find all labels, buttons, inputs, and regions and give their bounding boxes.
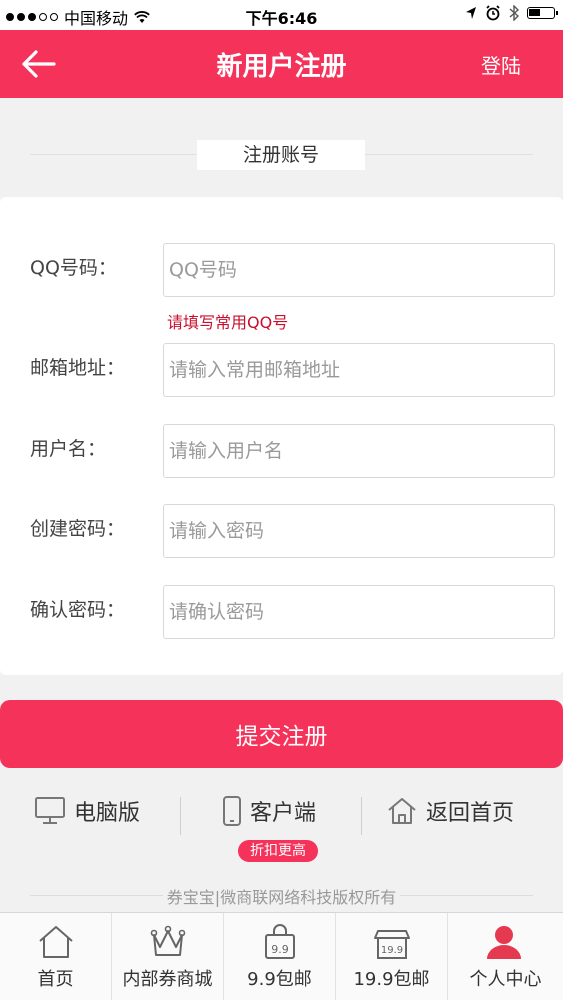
section-title: 注册账号 (197, 140, 365, 170)
confirm-label: 确认密码： (30, 599, 126, 621)
tab-personal-center[interactable]: 个人中心 (448, 913, 563, 1000)
tab-coupon-mall-label: 内部券商城 (122, 969, 213, 990)
client-label: 客户端 (250, 801, 317, 826)
tab-personal-center-label: 个人中心 (469, 969, 542, 990)
location-icon (466, 7, 476, 19)
discount-badge: 折扣更高 (238, 840, 318, 862)
client-link[interactable]: 客户端 (222, 795, 316, 827)
password-input[interactable] (163, 504, 555, 558)
copyright-text: 券宝宝|微商联网络科技版权所有 (162, 888, 401, 907)
status-bar: 中国移动 下午6:46 (0, 0, 563, 30)
bag-icon: 9.9 (265, 924, 295, 959)
registration-form: QQ号码： 请填写常用QQ号 邮箱地址： 用户名： 创建密码： 确认密码： (0, 197, 563, 675)
divider (361, 797, 362, 835)
pc-version-label: 电脑版 (74, 801, 141, 826)
tab-coupon-mall[interactable]: 内部券商城 (112, 913, 224, 1000)
qq-input[interactable] (163, 243, 555, 297)
back-home-label: 返回首页 (426, 801, 515, 826)
tab-19-9-label: 19.9包邮 (353, 969, 430, 990)
page-title: 新用户注册 (216, 52, 347, 82)
confirm-password-input[interactable] (163, 585, 555, 639)
password-label: 创建密码： (30, 518, 126, 540)
nav-bar: 新用户注册 登陆 (0, 30, 563, 98)
shop-icon-text: 19.9 (381, 945, 403, 956)
alarm-icon (486, 5, 500, 21)
section-header: 注册账号 (0, 140, 563, 170)
divider (180, 797, 181, 835)
user-icon (487, 926, 521, 959)
qq-hint: 请填写常用QQ号 (167, 313, 289, 332)
email-label: 邮箱地址： (30, 357, 126, 379)
bag-icon-text: 9.9 (271, 943, 289, 956)
back-home-link[interactable]: 返回首页 (386, 795, 514, 827)
phone-icon (223, 796, 241, 826)
tab-bar: 首页 内部券商城 9.9 9.9包邮 19.9 19.9包邮 个人中心 (0, 912, 563, 1000)
login-link[interactable]: 登陆 (481, 50, 521, 79)
home-icon (39, 926, 73, 958)
tab-9-9-label: 9.9包邮 (247, 969, 312, 990)
email-input[interactable] (163, 343, 555, 397)
pc-version-link[interactable]: 电脑版 (34, 795, 140, 827)
copyright-container: 券宝宝|微商联网络科技版权所有 (0, 884, 563, 908)
bluetooth-icon (509, 5, 519, 21)
footer-links: 电脑版 客户端 返回首页 (0, 795, 563, 839)
shop-icon: 19.9 (374, 930, 410, 959)
tab-home-label: 首页 (37, 969, 74, 990)
qq-label: QQ号码： (30, 257, 117, 279)
crown-icon (150, 925, 186, 956)
status-right (465, 5, 558, 21)
battery-icon (527, 7, 558, 19)
tab-home[interactable]: 首页 (0, 913, 112, 1000)
tab-19-9[interactable]: 19.9 19.9包邮 (336, 913, 448, 1000)
monitor-icon (35, 797, 65, 824)
copyright-section: 券宝宝|微商联网络科技版权所有 (0, 884, 563, 908)
submit-button[interactable]: 提交注册 (0, 700, 563, 768)
tab-9-9[interactable]: 9.9 9.9包邮 (224, 913, 336, 1000)
home-icon (388, 798, 416, 824)
username-input[interactable] (163, 424, 555, 478)
username-label: 用户名： (30, 438, 107, 460)
